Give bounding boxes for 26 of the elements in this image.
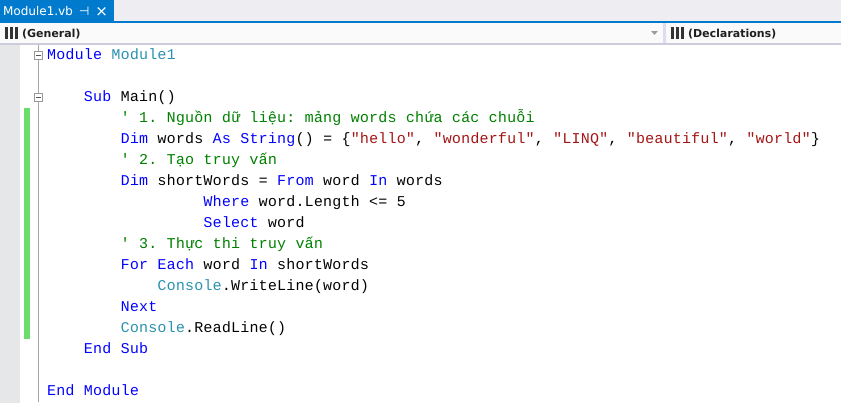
code-line: ' 3. Thực thi truy vấn bbox=[120, 236, 324, 253]
code-line: Module Module1 bbox=[47, 47, 176, 64]
collapse-icon[interactable] bbox=[34, 51, 43, 60]
collapse-icon[interactable] bbox=[34, 93, 43, 102]
code-line: End Sub bbox=[82, 341, 148, 358]
close-button[interactable]: × bbox=[95, 2, 108, 20]
class-icon bbox=[671, 27, 684, 39]
code-line: End Module bbox=[47, 383, 140, 400]
code-line: ' 2. Tạo truy vấn bbox=[120, 152, 278, 169]
code-line: Next bbox=[120, 299, 158, 316]
code-line: Console.WriteLine(word) bbox=[156, 278, 370, 295]
type-dropdown[interactable]: (General) bbox=[0, 23, 666, 43]
code-line: Where word.Length <= 5 bbox=[202, 194, 406, 211]
member-dropdown[interactable]: (Declarations) bbox=[666, 23, 841, 43]
code-line: ' 1. Nguồn dữ liệu: mảng words chứa các chuỗi bbox=[120, 110, 535, 127]
code-line: Sub Main() bbox=[82, 89, 176, 106]
tab-title: Module1.vb bbox=[3, 4, 73, 18]
code-line: For Each word In shortWords bbox=[120, 257, 370, 274]
class-icon bbox=[5, 27, 18, 39]
code-line: Dim words As String() = {"hello", "wonderful", "LINQ", "beautiful", "world"} bbox=[120, 131, 820, 148]
code-line: Dim shortWords = From word In words bbox=[120, 173, 443, 190]
pin-button[interactable]: ⊣ bbox=[78, 4, 90, 18]
caret-icon bbox=[651, 31, 658, 35]
code-line: Select word bbox=[202, 215, 305, 232]
document-tab[interactable]: Module1.vb ⊣ × bbox=[0, 0, 114, 21]
code-line: Console.ReadLine() bbox=[120, 320, 286, 337]
